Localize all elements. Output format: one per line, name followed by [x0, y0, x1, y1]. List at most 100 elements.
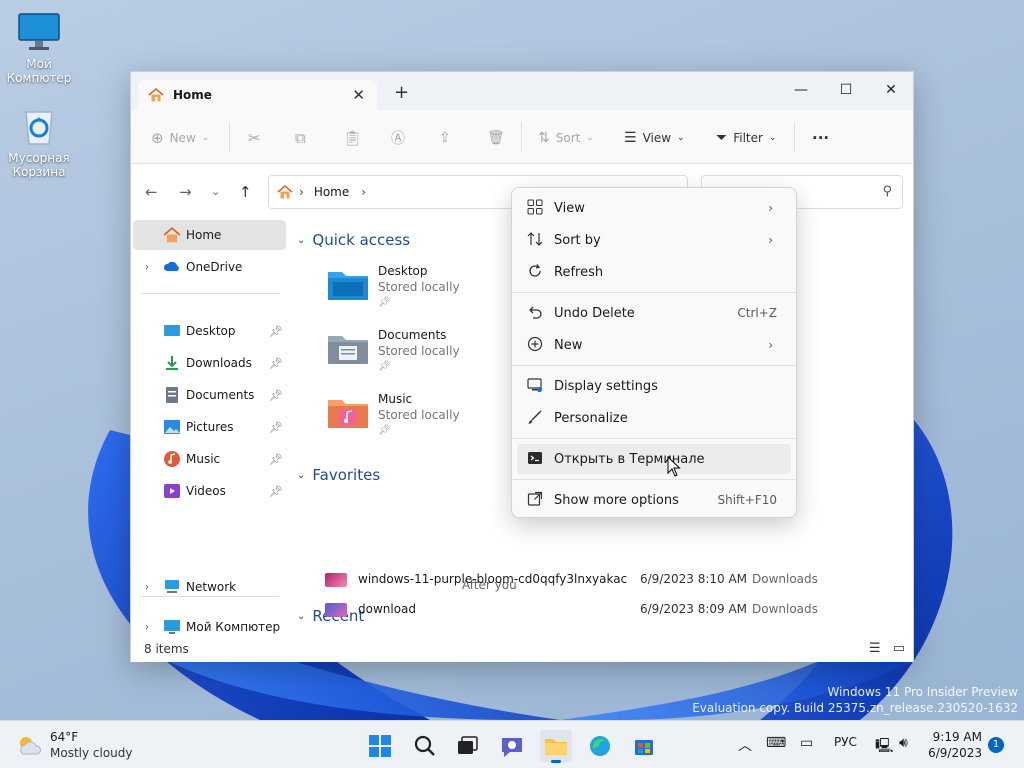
pin-icon[interactable]: 📌︎	[269, 325, 283, 338]
quick-access-item-desktop[interactable]: Desktop Stored locally 📌︎	[327, 264, 527, 320]
pin-icon[interactable]: 📌︎	[269, 389, 283, 402]
pin-icon[interactable]: 📌︎	[269, 453, 283, 466]
store-button[interactable]	[628, 730, 660, 762]
quick-access-item-music[interactable]: Music Stored locally 📌︎	[327, 392, 527, 448]
copy-button[interactable]: ⧉	[295, 127, 306, 149]
watermark-line: Evaluation copy. Build 25375.zn_release.…	[692, 701, 1018, 715]
menu-item-undo-delete[interactable]: Undo Delete Ctrl+Z	[517, 298, 791, 328]
menu-item-show-more-options[interactable]: Show more options Shift+F10	[517, 485, 791, 515]
menu-item-sort-by[interactable]: Sort by ›	[517, 225, 791, 255]
paste-button[interactable]: 📋︎	[343, 127, 362, 149]
start-button[interactable]	[364, 730, 396, 762]
minimize-button[interactable]: —	[778, 76, 824, 104]
weather-widget[interactable]: 64°F Mostly cloudy	[16, 730, 156, 762]
recycle-bin-icon	[17, 104, 61, 148]
menu-item-refresh[interactable]: Refresh	[517, 257, 791, 287]
menu-item-new[interactable]: New ›	[517, 330, 791, 360]
details-view-icon[interactable]: ☰	[869, 641, 881, 656]
menu-item-label: New	[554, 337, 583, 353]
cloud-sun-icon	[20, 737, 41, 755]
breadcrumb-chevron-icon[interactable]: ›	[361, 185, 366, 199]
language-indicator[interactable]: РУС	[834, 735, 857, 749]
menu-item-display-settings[interactable]: Display settings	[517, 371, 791, 401]
recent-locations-button[interactable]: ⌄	[211, 185, 220, 198]
file-location: Downloads	[752, 572, 818, 586]
quick-access-item-documents[interactable]: Documents Stored locally 📌︎	[327, 328, 527, 384]
sidebar-item-documents[interactable]: Documents 📌︎	[133, 380, 286, 410]
view-button[interactable]: ☰ View ⌄	[624, 127, 685, 149]
file-explorer-button[interactable]	[540, 730, 572, 763]
show-hidden-icons-button[interactable]: ︿	[738, 735, 752, 755]
undo-icon	[527, 304, 545, 322]
keyboard-icon[interactable]: ⌨	[766, 735, 786, 751]
network-status-icon[interactable]: 🖳︎	[875, 735, 894, 759]
plus-circle-icon: ⊕	[151, 129, 164, 147]
cut-button[interactable]: ✂	[248, 127, 261, 149]
menu-item-view[interactable]: View ›	[517, 193, 791, 223]
chat-button[interactable]	[496, 730, 528, 762]
new-tab-button[interactable]: +	[394, 82, 409, 103]
menu-item-label: Sort by	[554, 232, 601, 248]
sidebar-item-videos[interactable]: Videos 📌︎	[133, 476, 286, 506]
edge-button[interactable]	[584, 730, 616, 762]
tablet-mode-icon[interactable]: ▭	[800, 735, 813, 751]
chevron-right-icon[interactable]: ›	[145, 262, 149, 273]
tab-home[interactable]: Home ✕	[138, 80, 377, 110]
sidebar-item-onedrive[interactable]: › OneDrive	[133, 252, 286, 282]
download-icon	[166, 356, 178, 370]
rename-button[interactable]: Ⓐ	[391, 127, 405, 149]
sidebar-item-home[interactable]: Home	[133, 220, 286, 250]
share-button[interactable]: ⇪	[439, 127, 451, 149]
menu-item-personalize[interactable]: Personalize	[517, 403, 791, 433]
chevron-down-icon: ⌄	[768, 133, 777, 143]
maximize-button[interactable]: ☐	[823, 76, 869, 104]
delete-button[interactable]: 🗑︎	[487, 127, 505, 149]
quick-access-header[interactable]: ⌄ Quick access	[297, 231, 410, 249]
item-subtitle: Stored locally	[378, 408, 460, 422]
sidebar-item-label: Desktop	[186, 324, 236, 338]
pin-icon[interactable]: 📌︎	[269, 485, 283, 498]
volume-icon[interactable]: 🔊︎	[899, 735, 908, 751]
more-options-button[interactable]: ···	[812, 127, 829, 149]
desktop-icon-this-pc[interactable]: Мой Компютер	[0, 10, 78, 85]
breadcrumb-home[interactable]: Home	[314, 185, 349, 199]
music-icon	[164, 451, 180, 467]
filter-button[interactable]: ⏷ Filter ⌄	[716, 127, 776, 149]
task-view-button[interactable]	[451, 730, 483, 762]
close-window-button[interactable]: ✕	[868, 76, 914, 104]
new-button[interactable]: ⊕ New ⌄	[151, 127, 209, 149]
open-external-icon	[527, 491, 545, 509]
active-indicator	[551, 760, 561, 763]
desktop-icon-recycle-bin[interactable]: Мусорная Корзина	[0, 104, 78, 179]
forward-button[interactable]: →	[179, 183, 192, 201]
up-button[interactable]: ↑	[239, 183, 252, 201]
table-row[interactable]: download 6/9/2023 8:09 AM Downloads	[325, 601, 905, 623]
item-subtitle: Stored locally	[378, 344, 460, 358]
search-icon: ⚲	[882, 184, 892, 199]
chevron-right-icon: ›	[768, 201, 773, 215]
sidebar-item-network[interactable]: › Network	[133, 572, 286, 602]
chevron-down-icon: ⌄	[201, 133, 210, 143]
pin-icon[interactable]: 📌︎	[269, 357, 283, 370]
monitor-icon	[17, 10, 61, 54]
pin-icon[interactable]: 📌︎	[269, 421, 283, 434]
command-bar: ⊕ New ⌄ ✂ ⧉ 📋︎ Ⓐ ⇪ 🗑︎ ⇅ Sort ⌄ ☰ View ⌄ …	[131, 110, 913, 164]
menu-item-open-terminal[interactable]: Открыть в Терминале	[517, 444, 791, 474]
back-button[interactable]: ←	[145, 183, 158, 201]
search-button[interactable]	[409, 730, 441, 762]
favorites-header[interactable]: ⌄ Favorites	[297, 466, 380, 484]
chevron-right-icon[interactable]: ›	[145, 622, 149, 633]
view-list-icon: ☰	[624, 130, 637, 146]
system-clock[interactable]: 9:19 AM 6/9/2023	[928, 729, 982, 761]
close-tab-icon[interactable]: ✕	[352, 86, 365, 104]
tiles-view-icon[interactable]: ▭	[893, 641, 905, 656]
sort-button[interactable]: ⇅ Sort ⌄	[538, 127, 594, 149]
chevron-down-icon: ⌄	[297, 234, 306, 246]
notification-badge[interactable]: 1	[988, 737, 1004, 753]
table-row[interactable]: windows-11-purple-bloom-cd0qqfy3lnxyakac…	[325, 571, 905, 593]
chevron-right-icon[interactable]: ›	[145, 582, 149, 593]
sidebar-item-pictures[interactable]: Pictures 📌︎	[133, 412, 286, 442]
sidebar-item-music[interactable]: Music 📌︎	[133, 444, 286, 474]
sidebar-item-desktop[interactable]: Desktop 📌︎	[133, 316, 286, 346]
sidebar-item-downloads[interactable]: Downloads 📌︎	[133, 348, 286, 378]
